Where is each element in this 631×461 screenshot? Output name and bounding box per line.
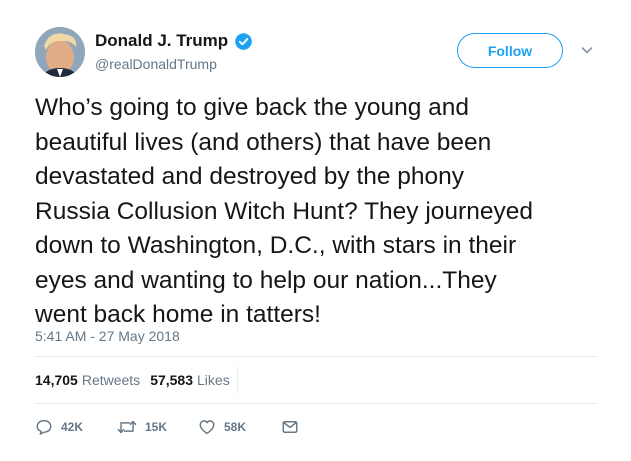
retweet-count: 15K	[145, 420, 168, 434]
tweet-stats: 14,705 Retweets 57,583 Likes	[35, 372, 230, 388]
heart-icon	[199, 420, 215, 435]
avatar-image	[35, 27, 85, 77]
retweet-button[interactable]: 15K	[117, 418, 198, 436]
likes-label: Likes	[197, 372, 230, 388]
like-button[interactable]: 58K	[198, 418, 281, 436]
likes-count: 57,583	[150, 372, 194, 388]
verified-badge-icon	[235, 32, 252, 50]
follow-button[interactable]: Follow	[457, 33, 563, 68]
retweets-label: Retweets	[81, 372, 141, 388]
reply-button[interactable]: 42K	[35, 418, 117, 436]
chevron-down-icon[interactable]	[580, 43, 594, 57]
display-name[interactable]: Donald J. Trump	[95, 31, 228, 51]
reply-icon	[36, 419, 52, 435]
reply-count: 42K	[61, 420, 84, 434]
stats-bottom-divider	[35, 403, 597, 404]
retweet-icon	[117, 420, 137, 434]
likes-stat[interactable]: 57,583 Likes	[150, 372, 230, 388]
user-handle[interactable]: @realDonaldTrump	[95, 56, 217, 72]
tweet-timestamp[interactable]: 5:41 AM - 27 May 2018	[35, 328, 180, 344]
avatar[interactable]	[35, 27, 85, 77]
tweet-card: Donald J. Trump @realDonaldTrump Follow …	[0, 0, 631, 461]
name-row: Donald J. Trump	[95, 31, 253, 51]
stats-separator	[237, 366, 238, 394]
tweet-text: Who’s going to give back the young and b…	[35, 94, 533, 328]
direct-message-button[interactable]	[281, 418, 299, 436]
retweets-stat[interactable]: 14,705 Retweets	[35, 372, 140, 388]
like-count: 58K	[224, 420, 247, 434]
action-bar: 42K 15K 58K	[35, 418, 299, 436]
retweets-count: 14,705	[35, 372, 78, 388]
envelope-icon	[282, 421, 298, 433]
stats-top-divider	[35, 356, 597, 357]
